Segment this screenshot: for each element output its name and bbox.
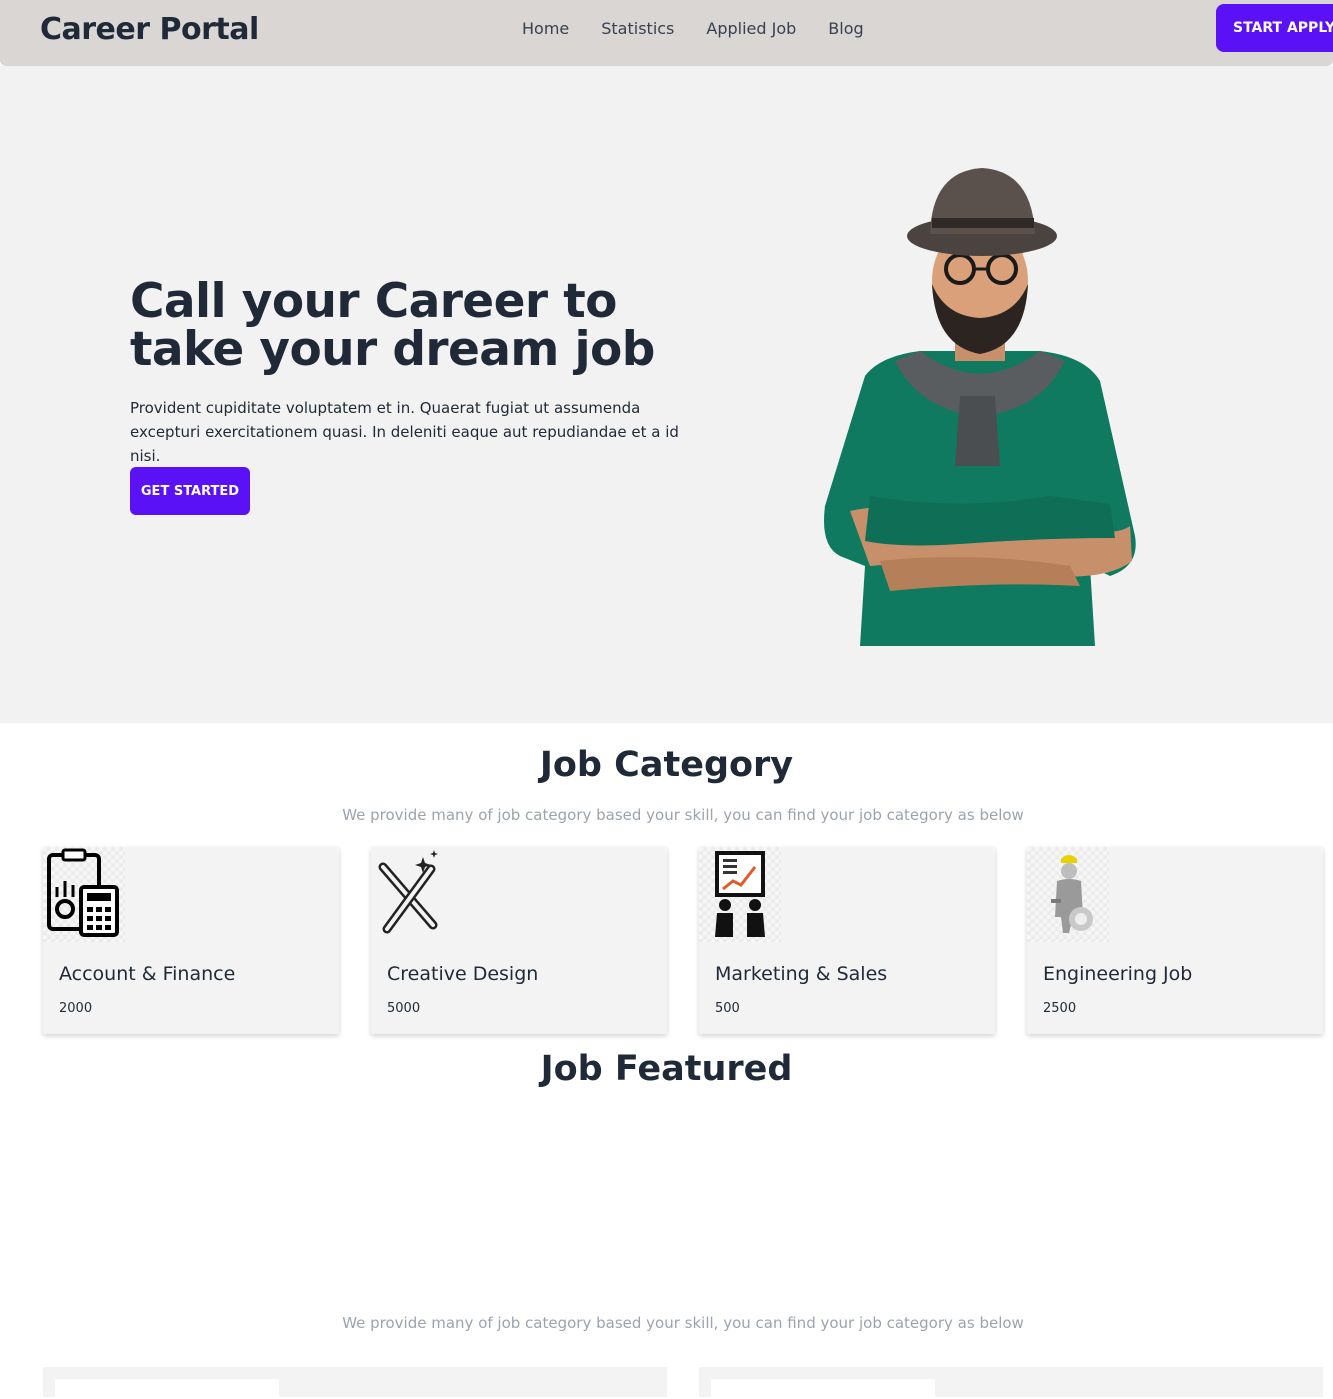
category-count: 5000 [387,1001,421,1016]
job-featured-title: Job Featured [540,1049,793,1089]
nav-link-home[interactable]: Home [522,19,569,38]
presentation-icon [699,847,781,942]
hero-title: Call your Career to take your dream job [130,274,655,377]
category-card-account-finance[interactable]: Account & Finance 2000 [43,847,339,1034]
category-title: Engineering Job [1043,963,1193,985]
category-cards: Account & Finance 2000 Creative Design 5… [43,847,1333,1034]
accounting-icon [43,847,125,942]
category-title: Marketing & Sales [715,963,888,985]
start-applying-button[interactable]: START APPLYING [1216,4,1333,52]
hero-description: Provident cupiditate voluptatem et in. Q… [130,399,679,465]
navbar: Career Portal Home Statistics Applied Jo… [0,0,1333,66]
get-started-button[interactable]: GET STARTED [130,467,250,515]
category-card-engineering[interactable]: Engineering Job 2500 [1027,847,1323,1034]
featured-job-card[interactable] [43,1367,667,1399]
category-card-creative-design[interactable]: Creative Design 5000 [371,847,667,1034]
category-card-marketing-sales[interactable]: Marketing & Sales 500 [699,847,995,1034]
job-category-title: Job Category [539,745,794,785]
hero-person-image [824,168,1136,646]
job-category-subtitle: We provide many of job category based yo… [342,806,1024,824]
job-featured-subtitle: We provide many of job category based yo… [342,1314,1024,1332]
nav-link-statistics[interactable]: Statistics [601,19,674,38]
category-title: Account & Finance [59,963,236,985]
category-count: 500 [715,1001,740,1016]
nav-link-blog[interactable]: Blog [828,19,863,38]
engineer-icon [1027,847,1109,942]
category-title: Creative Design [387,963,539,985]
category-count: 2500 [1043,1001,1077,1016]
featured-job-logo [55,1379,279,1399]
design-tools-icon [371,847,443,942]
featured-job-card[interactable] [699,1367,1323,1399]
nav-link-applied-job[interactable]: Applied Job [706,19,796,38]
nav-links: Home Statistics Applied Job Blog [522,19,896,38]
featured-job-logo [711,1379,935,1399]
brand-logo[interactable]: Career Portal [40,12,259,47]
hero-section: Call your Career to take your dream job … [0,66,1333,723]
category-count: 2000 [59,1001,93,1016]
